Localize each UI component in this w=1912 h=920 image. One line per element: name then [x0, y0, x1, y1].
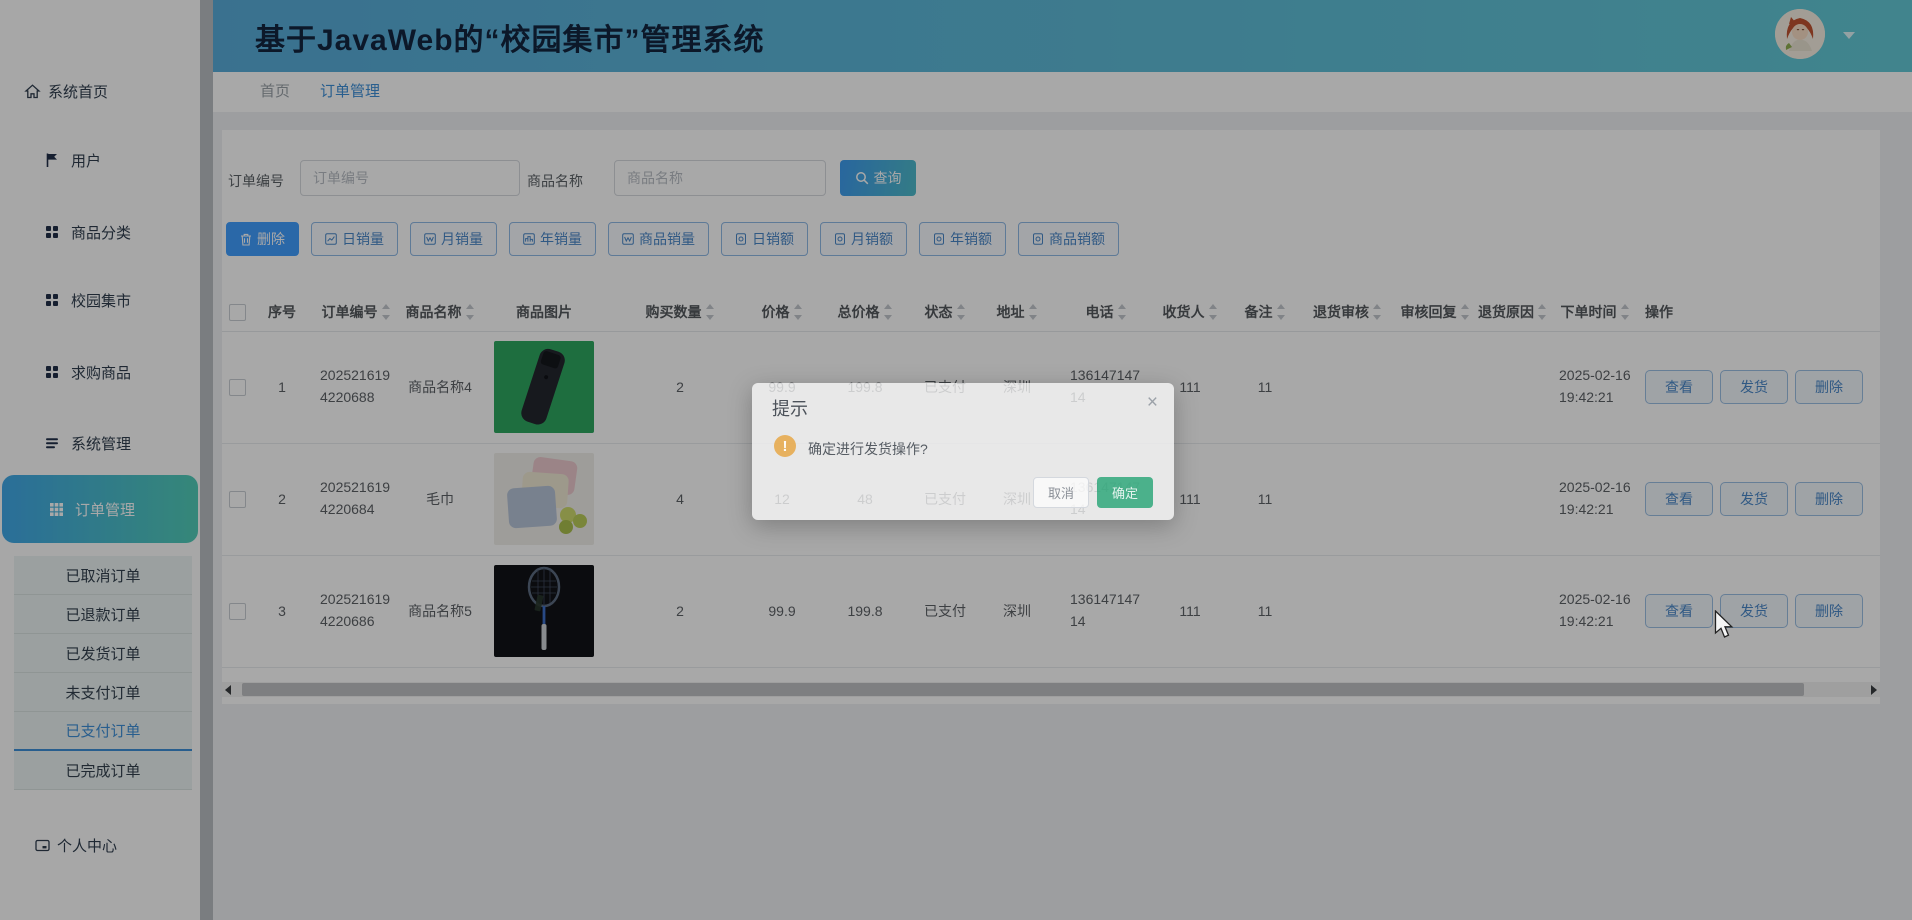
cancel-button[interactable]: 取消 [1033, 477, 1089, 508]
warning-icon: ! [774, 435, 796, 457]
confirm-dialog: 提示 × ! 确定进行发货操作? 取消 确定 [752, 383, 1174, 520]
app-viewport: 系统首页 用户 商品分类 校园集市 求购商品 系统管理 订单管理 已取消订单 已 [0, 0, 1912, 920]
close-icon[interactable]: × [1147, 393, 1158, 412]
dialog-title: 提示 [772, 395, 808, 421]
dialog-message: 确定进行发货操作? [808, 439, 928, 459]
confirm-button[interactable]: 确定 [1097, 477, 1153, 508]
